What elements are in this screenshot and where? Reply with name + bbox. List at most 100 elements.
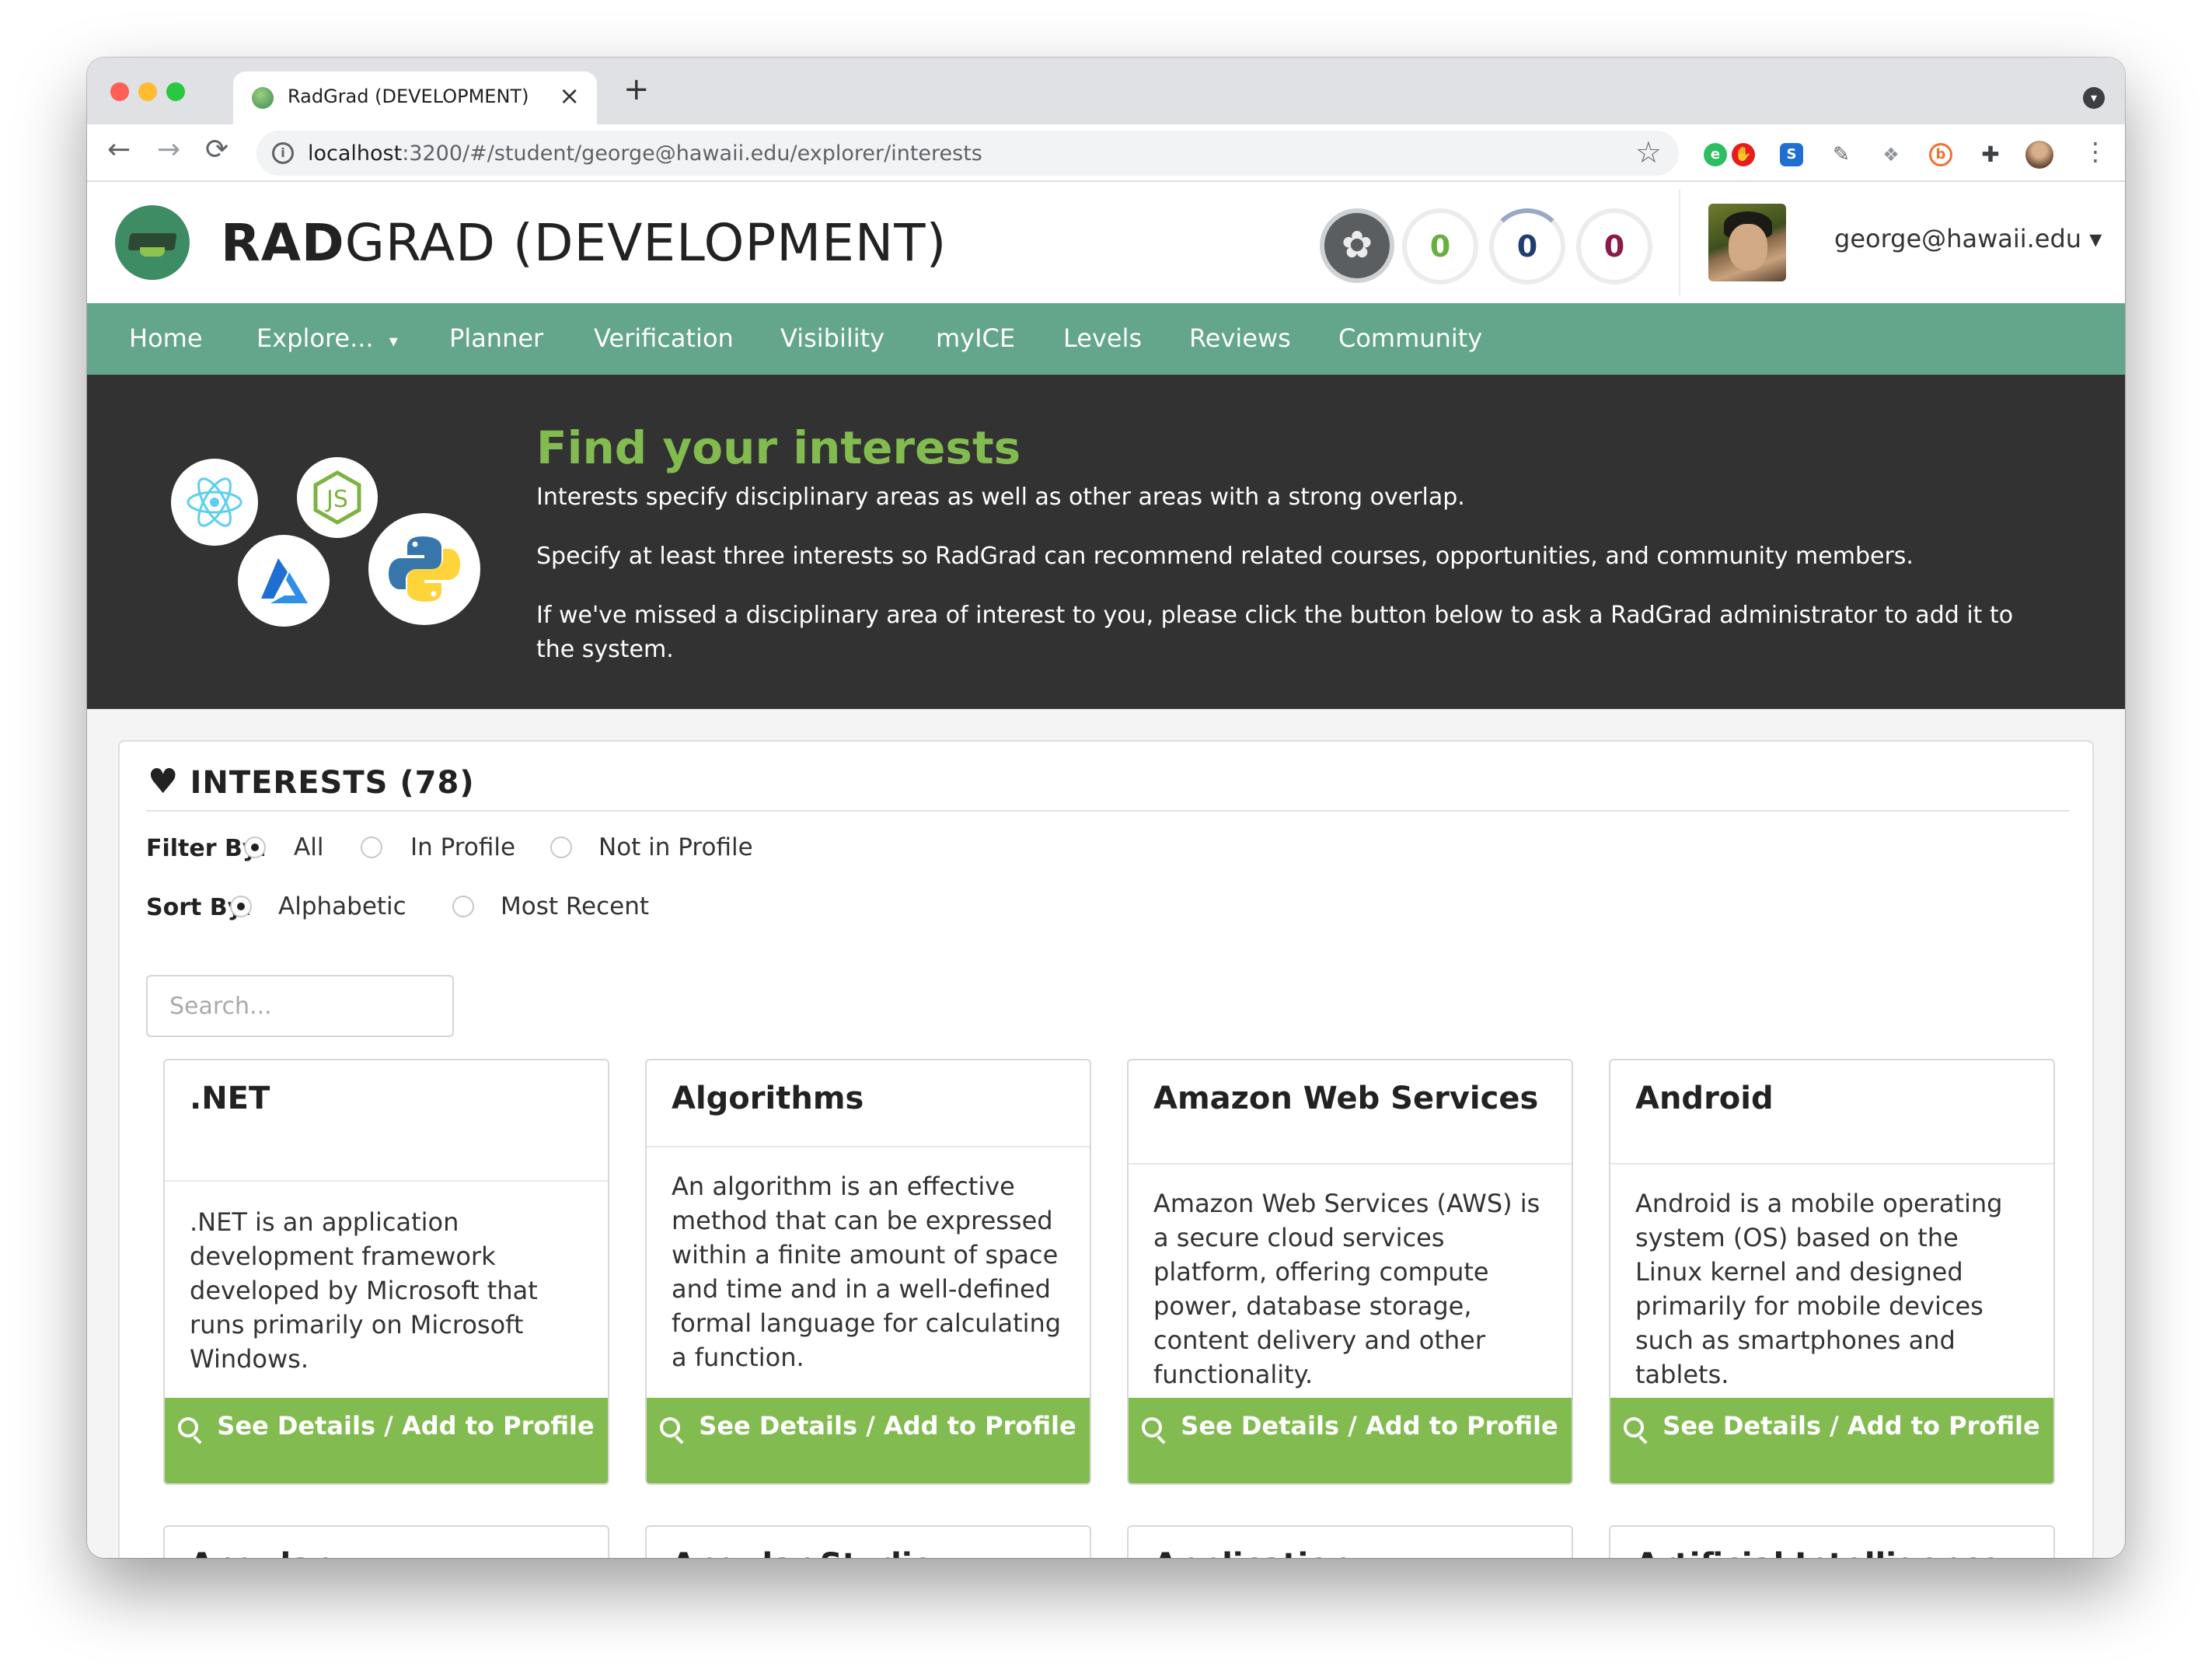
filter-label-all[interactable]: All — [294, 833, 323, 861]
see-details-button[interactable]: See Details / Add to Profile — [1610, 1398, 2053, 1483]
nav-myice[interactable]: myICE — [936, 323, 1015, 353]
card-title: .NET — [190, 1081, 270, 1116]
s-icon[interactable]: S — [1780, 143, 1803, 166]
url-text[interactable]: localhost:3200/#/student/george@hawaii.e… — [308, 141, 982, 166]
nav-visibility[interactable]: Visibility — [780, 323, 884, 353]
nav-reviews[interactable]: Reviews — [1189, 323, 1291, 353]
card-description: Amazon Web Services (AWS) is a secure cl… — [1153, 1189, 1540, 1389]
interest-card: Android Android is a mobile operating sy… — [1609, 1059, 2055, 1485]
eyedropper-icon[interactable]: ✎ — [1830, 143, 1853, 166]
ice-badge-icon[interactable]: ✿ — [1320, 208, 1394, 283]
zoom-in-icon — [1624, 1417, 1645, 1437]
evernote-icon[interactable]: e — [1704, 143, 1727, 166]
card-title: Artificial Intelligence — [1635, 1547, 2001, 1558]
azure-icon — [238, 535, 330, 627]
puzzle-icon[interactable]: ✚ — [1979, 143, 2002, 166]
react-icon — [171, 459, 258, 546]
hero-paragraph-1: Interests specify disciplinary areas as … — [536, 484, 1465, 511]
interest-card: Application Development — [1127, 1525, 1573, 1558]
tab-search-icon[interactable]: ▾ — [2083, 87, 2105, 109]
python-icon — [368, 513, 480, 625]
card-description: An algorithm is an effective method that… — [672, 1172, 1062, 1372]
zoom-in-icon — [1142, 1417, 1163, 1437]
b-icon[interactable]: b — [1929, 143, 1952, 166]
hero-banner: JS Find your interests Interests specify… — [87, 375, 2125, 709]
filter-radio-all[interactable] — [244, 836, 266, 858]
sort-label-alphabetic[interactable]: Alphabetic — [278, 892, 406, 920]
browser-menu-icon[interactable]: ⋮ — [2083, 137, 2108, 166]
see-details-label: See Details / Add to Profile — [1662, 1411, 2040, 1441]
search-input[interactable] — [146, 975, 454, 1037]
interest-card: Angular Studio — [645, 1525, 1091, 1558]
ice-experience-value: 0 — [1603, 229, 1625, 264]
url-host: localhost — [308, 141, 403, 166]
close-window-button[interactable] — [110, 82, 129, 101]
browser-tab[interactable]: RadGrad (DEVELOPMENT) × — [233, 72, 597, 124]
zoom-in-icon — [660, 1417, 681, 1437]
chevron-down-icon: ▾ — [389, 332, 398, 351]
nav-explore-label: Explore... — [256, 323, 374, 353]
reload-button[interactable]: ⟳ — [205, 134, 229, 166]
tab-close-icon[interactable]: × — [559, 81, 580, 110]
sort-radio-alphabetic[interactable] — [230, 896, 252, 917]
interest-card: Artificial Intelligence — [1609, 1525, 2055, 1558]
content-area: ♥ INTERESTS (78) Filter By: All In Profil… — [87, 709, 2125, 1558]
sort-label-most-recent[interactable]: Most Recent — [501, 892, 649, 920]
filter-label-not-in-profile[interactable]: Not in Profile — [598, 833, 753, 861]
ice-experience[interactable]: 0 — [1576, 208, 1652, 285]
new-tab-button[interactable]: + — [623, 72, 650, 107]
site-info-icon[interactable]: i — [272, 142, 294, 164]
bookmark-star-icon[interactable]: ☆ — [1635, 135, 1662, 169]
card-title: Angular — [190, 1547, 327, 1558]
card-divider — [647, 1146, 1090, 1147]
user-email: george@hawaii.edu — [1834, 224, 2082, 253]
radgrad-favicon-icon — [252, 87, 274, 109]
filter-label-in-profile[interactable]: In Profile — [410, 833, 515, 861]
see-details-label: See Details / Add to Profile — [217, 1411, 595, 1441]
app-title[interactable]: RADGRAD (DEVELOPMENT) — [221, 213, 947, 273]
avatar[interactable] — [1708, 204, 1786, 281]
see-details-button[interactable]: See Details / Add to Profile — [647, 1398, 1090, 1483]
radgrad-logo[interactable] — [115, 205, 190, 280]
see-details-label: See Details / Add to Profile — [1181, 1411, 1558, 1441]
app-title-bold: RAD — [221, 213, 345, 273]
forward-button[interactable]: → — [157, 134, 180, 166]
nav-planner[interactable]: Planner — [449, 323, 543, 353]
heart-icon: ♥ — [148, 762, 180, 802]
nav-verification[interactable]: Verification — [594, 323, 734, 353]
nav-levels[interactable]: Levels — [1063, 323, 1142, 353]
user-caret-icon: ▾ — [2089, 224, 2102, 253]
filter-radio-not-in-profile[interactable] — [550, 836, 572, 858]
card-title: Amazon Web Services — [1153, 1081, 1539, 1116]
back-button[interactable]: ← — [107, 134, 131, 166]
main-nav: Home Explore... ▾ Planner Verification V… — [87, 303, 2125, 375]
minimize-window-button[interactable] — [138, 82, 157, 101]
nav-explore[interactable]: Explore... ▾ — [256, 323, 398, 353]
dropbox-icon[interactable]: ❖ — [1879, 143, 1903, 166]
ice-innovation[interactable]: 0 — [1402, 208, 1478, 285]
filter-radio-in-profile[interactable] — [361, 836, 382, 858]
nav-home[interactable]: Home — [129, 323, 203, 353]
svg-text:JS: JS — [325, 486, 348, 513]
ice-competency[interactable]: 0 — [1489, 208, 1565, 285]
see-details-button[interactable]: See Details / Add to Profile — [1129, 1398, 1572, 1483]
see-details-label: See Details / Add to Profile — [699, 1411, 1076, 1441]
ice-competency-value: 0 — [1516, 229, 1538, 264]
see-details-button[interactable]: See Details / Add to Profile — [165, 1398, 608, 1483]
panel-divider — [146, 810, 2069, 812]
adblock-icon[interactable]: ✋ — [1732, 143, 1755, 166]
interest-card: Algorithms An algorithm is an effective … — [645, 1059, 1091, 1485]
hero-paragraph-2: Specify at least three interests so RadG… — [536, 543, 1914, 570]
address-bar[interactable]: i localhost:3200/#/student/george@hawaii… — [256, 131, 1679, 176]
tab-title: RadGrad (DEVELOPMENT) — [288, 86, 529, 107]
user-menu[interactable]: george@hawaii.edu ▾ — [1834, 224, 2102, 253]
sort-radio-most-recent[interactable] — [452, 896, 474, 917]
card-title: Application Development — [1153, 1547, 1572, 1558]
card-title: Angular Studio — [672, 1547, 933, 1558]
panel-title: ♥ INTERESTS (78) — [148, 762, 475, 802]
nodejs-icon: JS — [297, 457, 378, 538]
maximize-window-button[interactable] — [166, 82, 185, 101]
card-title: Android — [1635, 1081, 1774, 1116]
nav-community[interactable]: Community — [1338, 323, 1482, 353]
profile-icon[interactable] — [2025, 141, 2053, 169]
